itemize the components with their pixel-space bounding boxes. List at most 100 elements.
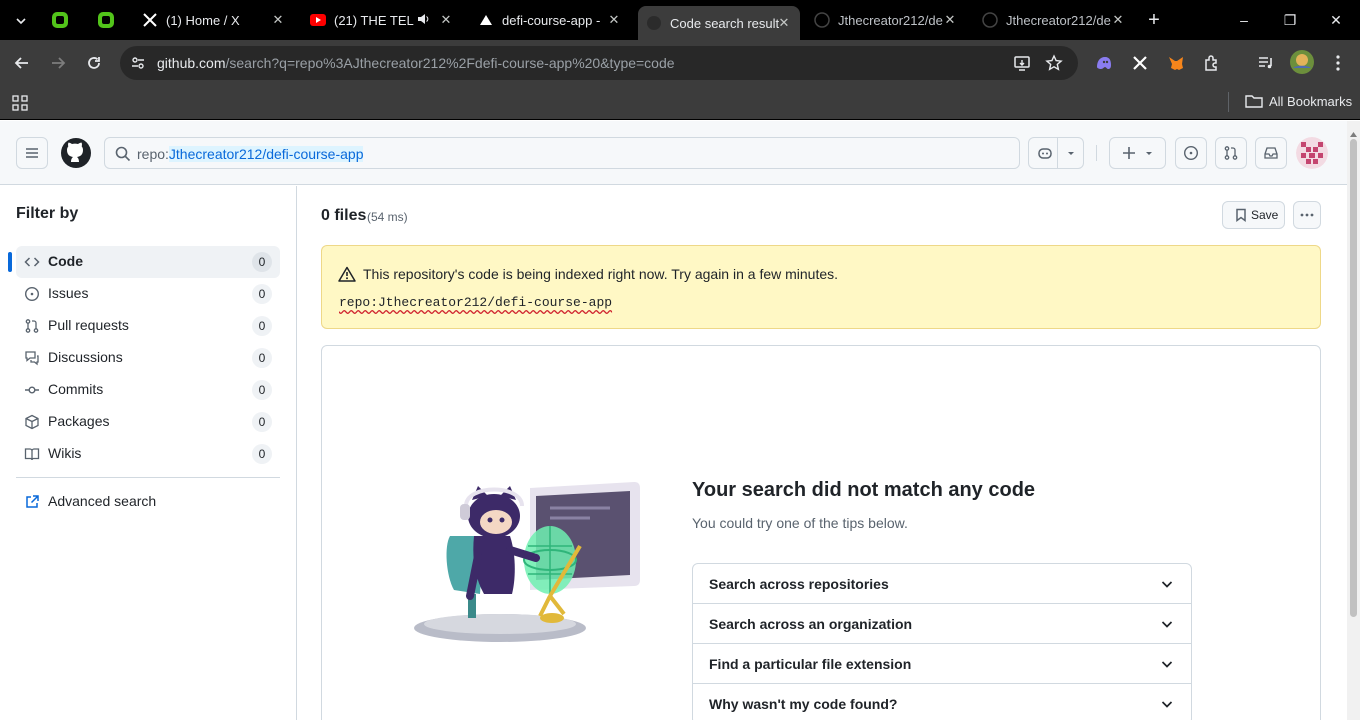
hamburger-menu-button[interactable]	[16, 137, 48, 169]
minimize-icon[interactable]: –	[1234, 10, 1254, 30]
tab-youtube[interactable]: (21) THE TELEP ✕	[302, 6, 462, 34]
tab-repo-1[interactable]: Jthecreator212/de ✕	[806, 6, 966, 34]
chevron-down-icon	[1159, 696, 1175, 712]
tip-why-code-not-found[interactable]: Why wasn't my code found?	[693, 684, 1191, 720]
advanced-search-label: Advanced search	[48, 493, 157, 509]
filter-label: Wikis	[48, 445, 82, 461]
close-tab-icon[interactable]: ✕	[606, 12, 622, 28]
site-settings-icon[interactable]	[130, 55, 146, 71]
address-bar[interactable]: github.com/search?q=repo%3AJthecreator21…	[120, 46, 1078, 80]
filter-issues[interactable]: Issues 0	[16, 278, 280, 310]
tip-search-across-repositories[interactable]: Search across repositories	[693, 564, 1191, 604]
tab-title: Code search result	[670, 15, 780, 31]
copilot-button[interactable]	[1028, 137, 1084, 169]
close-tab-icon[interactable]: ✕	[1110, 12, 1126, 28]
empty-state-subtitle: You could try one of the tips below.	[692, 515, 908, 531]
close-window-icon[interactable]: ✕	[1326, 10, 1346, 30]
close-tab-icon[interactable]: ✕	[942, 12, 958, 28]
more-options-button[interactable]	[1293, 201, 1321, 229]
pull-request-icon	[24, 318, 40, 334]
filter-label: Discussions	[48, 349, 123, 365]
save-label: Save	[1251, 208, 1279, 222]
tab-whatsapp-icon-2[interactable]	[96, 10, 116, 30]
tab-title: (21) THE TELEP	[334, 12, 414, 28]
inbox-button[interactable]	[1255, 137, 1287, 169]
scroll-up-arrow-icon[interactable]	[1350, 125, 1357, 137]
filter-code[interactable]: Code 0	[8, 246, 280, 278]
indexing-warning-banner: This repository's code is being indexed …	[321, 245, 1321, 329]
bookmark-icon	[1234, 208, 1248, 222]
filter-count: 0	[252, 252, 272, 272]
pull-requests-button[interactable]	[1215, 137, 1247, 169]
url-text: github.com/search?q=repo%3AJthecreator21…	[157, 55, 675, 71]
github-logo-icon[interactable]	[60, 137, 92, 169]
filter-label: Commits	[48, 381, 104, 397]
filter-label: Code	[48, 253, 83, 269]
extensions-puzzle-icon[interactable]	[1201, 52, 1223, 74]
extension-x-icon[interactable]	[1129, 52, 1151, 74]
link-external-icon	[24, 494, 40, 510]
close-tab-icon[interactable]: ✕	[438, 12, 454, 28]
chevron-down-icon[interactable]	[1065, 146, 1077, 160]
filter-count: 0	[252, 316, 272, 336]
scrollbar-thumb[interactable]	[1350, 139, 1357, 617]
bookmark-star-icon[interactable]	[1045, 54, 1063, 72]
filter-label: Issues	[48, 285, 89, 301]
bookmarks-bar: All Bookmarks	[0, 86, 1360, 120]
result-count-title: 0 files	[321, 207, 367, 224]
media-controls-icon[interactable]	[1255, 52, 1277, 74]
user-avatar[interactable]	[1296, 137, 1328, 169]
extension-metamask-icon[interactable]	[1165, 52, 1187, 74]
tip-search-across-organization[interactable]: Search across an organization	[693, 604, 1191, 644]
tab-repo-2[interactable]: Jthecreator212/de ✕	[974, 6, 1134, 34]
filter-wikis[interactable]: Wikis 0	[16, 438, 280, 470]
plus-icon	[1121, 145, 1137, 161]
filter-count: 0	[252, 348, 272, 368]
forward-arrow-icon[interactable]	[47, 52, 69, 74]
github-header: repo:Jthecreator212/defi-course-app	[0, 121, 1360, 185]
bookmarks-separator	[1228, 92, 1229, 112]
chevron-down-icon	[1159, 656, 1175, 672]
browser-menu-icon[interactable]	[1327, 52, 1349, 74]
tab-defi-course-app[interactable]: defi-course-app - ✕	[470, 6, 630, 34]
search-input[interactable]: repo:Jthecreator212/defi-course-app	[104, 137, 1020, 169]
filter-pull-requests[interactable]: Pull requests 0	[16, 310, 280, 342]
save-search-button[interactable]: Save	[1222, 201, 1285, 229]
tab-code-search-results[interactable]: Code search result ✕	[638, 6, 800, 40]
filter-packages[interactable]: Packages 0	[16, 406, 280, 438]
tip-find-file-extension[interactable]: Find a particular file extension	[693, 644, 1191, 684]
discussion-icon	[24, 350, 40, 366]
browser-toolbar: github.com/search?q=repo%3AJthecreator21…	[0, 40, 1360, 86]
close-tab-icon[interactable]: ✕	[270, 12, 286, 28]
filter-count: 0	[252, 284, 272, 304]
filter-commits[interactable]: Commits 0	[16, 374, 280, 406]
copilot-icon	[1037, 145, 1053, 161]
page-scrollbar[interactable]	[1347, 121, 1360, 720]
commit-icon	[24, 382, 40, 398]
filter-title: Filter by	[16, 205, 79, 222]
tab-whatsapp-icon[interactable]	[50, 10, 70, 30]
tab-x-home[interactable]: (1) Home / X ✕	[134, 6, 294, 34]
audio-playing-icon[interactable]	[416, 12, 432, 28]
tab-search-chevron-icon[interactable]	[10, 10, 32, 32]
reload-icon[interactable]	[83, 52, 105, 74]
book-icon	[24, 446, 40, 462]
profile-avatar-icon[interactable]	[1289, 49, 1315, 75]
all-bookmarks-button[interactable]: All Bookmarks	[1245, 93, 1352, 109]
filter-discussions[interactable]: Discussions 0	[16, 342, 280, 374]
install-app-icon[interactable]	[1013, 54, 1031, 72]
filter-count: 0	[252, 380, 272, 400]
apps-grid-icon[interactable]	[12, 95, 28, 111]
filter-count: 0	[252, 412, 272, 432]
create-new-button[interactable]	[1109, 137, 1166, 169]
back-arrow-icon[interactable]	[11, 52, 33, 74]
extension-ghost-icon[interactable]	[1093, 52, 1115, 74]
issues-button[interactable]	[1175, 137, 1207, 169]
github-icon	[814, 12, 830, 28]
restore-icon[interactable]: ❐	[1280, 10, 1300, 30]
close-tab-icon[interactable]: ✕	[776, 15, 792, 31]
new-tab-icon[interactable]: +	[1144, 10, 1164, 30]
filter-count: 0	[252, 444, 272, 464]
all-bookmarks-label: All Bookmarks	[1269, 93, 1353, 109]
advanced-search-link[interactable]: Advanced search	[16, 490, 280, 514]
